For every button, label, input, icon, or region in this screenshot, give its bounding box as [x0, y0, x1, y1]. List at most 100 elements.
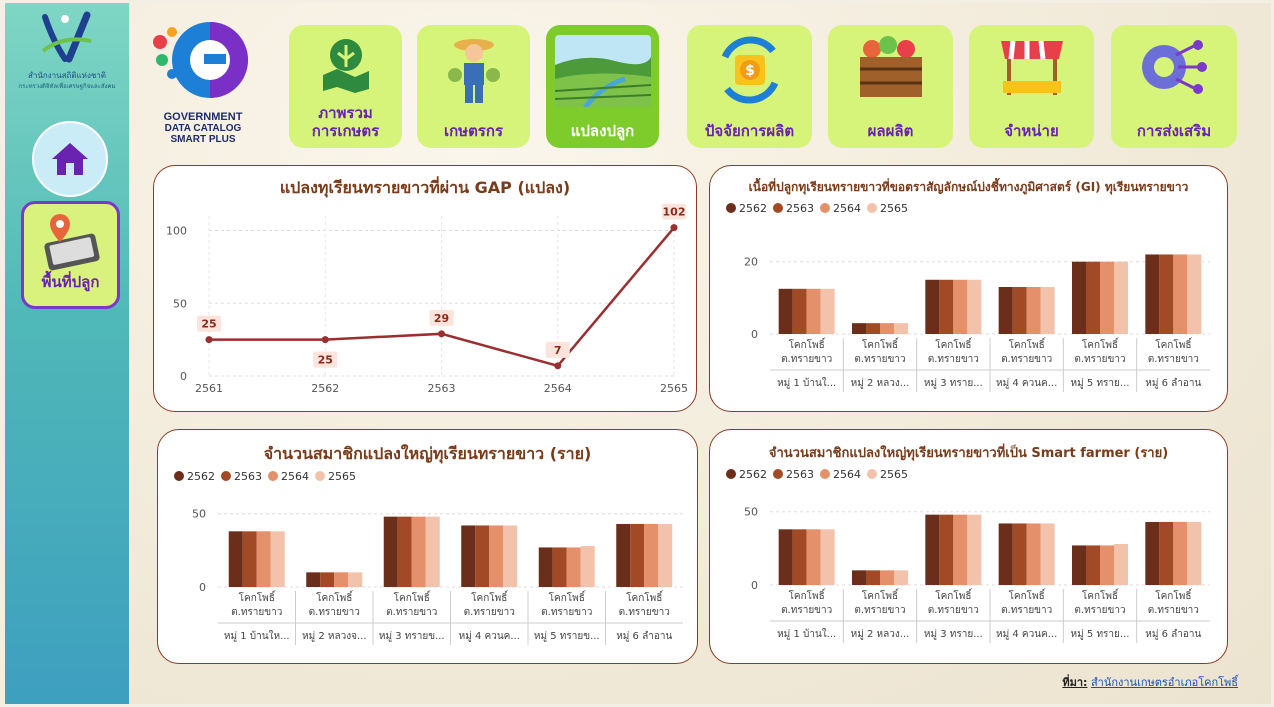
- category-label-mid: ต.ทรายขาว: [309, 607, 360, 618]
- category-label-top: โคกโพธิ์: [1009, 337, 1047, 351]
- category-label-bottom: หมู่ 5 ทรายข...: [534, 631, 600, 642]
- x-tick-label: 2561: [195, 382, 223, 395]
- map-pin-tablet-icon: [43, 214, 100, 271]
- svg-text:$: $: [745, 63, 755, 79]
- data-label: 25: [318, 354, 333, 367]
- nav-production-factors[interactable]: $ ปัจจัยการผลิต: [687, 25, 812, 148]
- category-label-bottom: หมู่ 2 หลวง...: [851, 378, 910, 389]
- source-note: ที่มา: สำนักงานเกษตรอำเภอโคกโพธิ์: [1062, 673, 1238, 691]
- bar: [1072, 545, 1086, 585]
- bar: [1187, 521, 1202, 585]
- farmer-icon: [447, 39, 500, 103]
- category-label-top: โคกโพธิ์: [862, 588, 900, 602]
- home-button[interactable]: [32, 121, 108, 197]
- category-label-bottom: หมู่ 5 ทราย...: [1071, 629, 1130, 640]
- bar: [1026, 287, 1041, 334]
- bar: [489, 525, 504, 587]
- data-label: 7: [554, 344, 562, 357]
- category-label-mid: ต.ทรายขาว: [781, 605, 832, 616]
- members-chart-card: จำนวนสมาชิกแปลงใหญ่ทุเรียนทรายขาว (ราย) …: [157, 429, 698, 664]
- bar: [644, 523, 659, 587]
- produce-crate-icon: [859, 36, 922, 97]
- nav-distribution[interactable]: จำหน่าย: [969, 25, 1094, 148]
- category-label-mid: ต.ทรายขาว: [464, 607, 515, 618]
- planting-area-button[interactable]: พื้นที่ปลูก: [21, 201, 120, 309]
- money-cycle-icon: $: [721, 36, 778, 104]
- category-label-bottom: หมู่ 4 ควนค...: [459, 631, 520, 642]
- bar: [1012, 523, 1027, 585]
- category-label-bottom: หมู่ 3 ทราย...: [924, 378, 983, 389]
- bar: [411, 516, 426, 587]
- category-label-top: โคกโพธิ์: [394, 590, 432, 604]
- bar: [1012, 287, 1027, 334]
- smart-bar-chart: 0 50 โคกโพธิ์ต.ทรายขาวหมู่ 1 บ้านใ... โคกโพ…: [744, 506, 1210, 643]
- nav-plots[interactable]: แปลงปลูก: [546, 25, 659, 148]
- bar: [630, 523, 645, 587]
- x-tick-label: 2564: [544, 382, 572, 395]
- bar: [1072, 261, 1086, 334]
- plant-map-icon: [322, 39, 369, 93]
- source-link[interactable]: สำนักงานเกษตรอำเภอโคกโพธิ์: [1091, 676, 1238, 689]
- category-label-top: โคกโพธิ์: [1155, 588, 1193, 602]
- category-label-bottom: หมู่ 3 ทรายข...: [379, 631, 445, 642]
- bar: [778, 288, 793, 334]
- gdc-line3: SMART PLUS: [170, 134, 236, 145]
- bar: [806, 288, 821, 334]
- category-label-mid: ต.ทรายขาว: [1074, 354, 1125, 365]
- bar: [1159, 521, 1174, 585]
- nav-promotion[interactable]: การส่งเสริม: [1111, 25, 1237, 148]
- nav-label: แปลงปลูก: [570, 122, 635, 140]
- nav-agri-overview[interactable]: ภาพรวม การเกษตร: [289, 25, 402, 148]
- bar: [1026, 523, 1041, 585]
- category-label-top: โคกโพธิ์: [935, 337, 973, 351]
- sidebar: สำนักงานสถิติแห่งชาติ กระทรวงดิจิทัลเพื่…: [5, 3, 129, 704]
- nav-farmers[interactable]: เกษตรกร: [417, 25, 530, 148]
- nav-label: ผลผลิต: [867, 122, 914, 140]
- y-tick-label: 100: [166, 225, 187, 238]
- home-icon: [52, 143, 88, 175]
- category-label-mid: ต.ทรายขาว: [231, 607, 282, 618]
- agency-sub: กระทรวงดิจิทัลเพื่อเศรษฐกิจและสังคม: [18, 83, 116, 90]
- gdc-logo: GOVERNMENT DATA CATALOG SMART PLUS: [148, 12, 258, 157]
- bar: [658, 523, 673, 587]
- y-tick-label: 50: [744, 506, 758, 519]
- bar: [1173, 254, 1188, 334]
- category-label-mid: ต.ทรายขาว: [1148, 605, 1199, 616]
- bar: [228, 531, 243, 587]
- nav-label: ปัจจัยการผลิต: [704, 122, 795, 140]
- category-label-mid: ต.ทรายขาว: [781, 354, 832, 365]
- category-label-mid: ต.ทรายขาว: [1148, 354, 1199, 365]
- gear-network-icon: [1142, 40, 1207, 94]
- bar: [306, 572, 321, 587]
- bar: [820, 529, 835, 585]
- category-label-top: โคกโพธิ์: [789, 337, 827, 351]
- bar: [820, 288, 835, 334]
- bar: [852, 323, 866, 334]
- bar: [880, 570, 894, 585]
- category-label-bottom: หมู่ 4 ควนค...: [996, 629, 1057, 640]
- nav-label: เกษตรกร: [443, 122, 504, 140]
- data-point: [321, 336, 329, 344]
- gdc-line2: DATA CATALOG: [164, 123, 242, 134]
- category-label-bottom: หมู่ 2 หลวงจ...: [302, 631, 367, 642]
- category-label-top: โคกโพธิ์: [471, 590, 509, 604]
- bar: [967, 514, 982, 585]
- source-label: ที่มา:: [1062, 676, 1088, 689]
- bar: [953, 279, 968, 334]
- nav-label: จำหน่าย: [1004, 122, 1059, 140]
- nso-logo-icon: [41, 11, 92, 63]
- category-label-mid: ต.ทรายขาว: [619, 607, 670, 618]
- category-label-bottom: หมู่ 1 บ้านให...: [224, 630, 290, 642]
- category-label-bottom: หมู่ 6 ลำอาน: [616, 631, 672, 642]
- bar: [320, 572, 335, 587]
- category-label-top: โคกโพธิ์: [1009, 588, 1047, 602]
- nav-produce[interactable]: ผลผลิต: [828, 25, 953, 148]
- bar: [1114, 543, 1128, 585]
- bar: [503, 525, 518, 587]
- smart-chart-card: จำนวนสมาชิกแปลงใหญ่ทุเรียนทรายขาวที่เป็น…: [709, 429, 1228, 664]
- data-label: 102: [663, 206, 686, 219]
- bar: [1159, 254, 1174, 334]
- bar: [880, 323, 894, 334]
- bar: [334, 572, 349, 587]
- category-label-mid: ต.ทรายขาว: [854, 605, 905, 616]
